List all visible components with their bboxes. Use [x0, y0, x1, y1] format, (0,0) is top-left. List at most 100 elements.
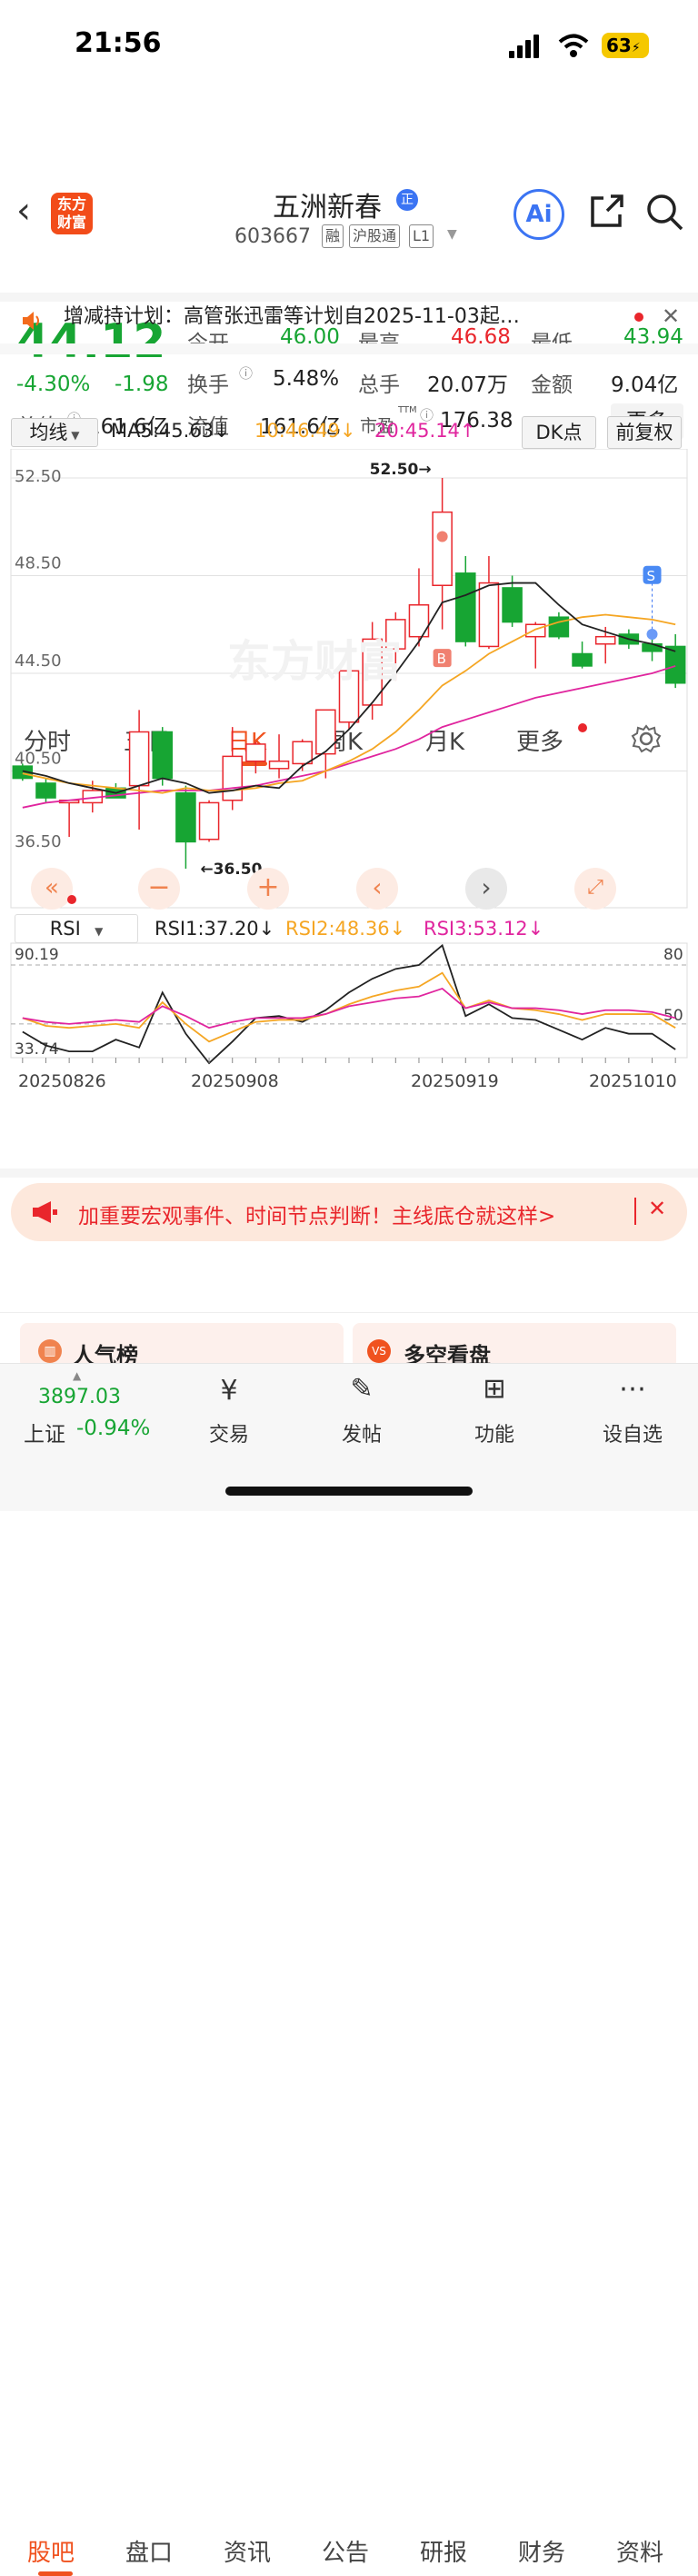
candle-body: [594, 635, 616, 645]
popularity-card[interactable]: [20, 1323, 344, 1368]
x-axis-label: 20251010: [589, 1071, 677, 1091]
divider: [0, 1312, 698, 1313]
candle-body: [245, 743, 266, 762]
tab-news[interactable]: 资讯: [224, 2534, 271, 2568]
zoom-out-icon[interactable]: −: [138, 868, 180, 910]
tab-guba[interactable]: 股吧: [27, 2534, 75, 2568]
index-name[interactable]: 上证: [24, 1417, 65, 1447]
more-circle-icon[interactable]: ⋯: [605, 1373, 660, 1405]
prev-icon[interactable]: ‹: [356, 868, 398, 910]
caret-up-icon: ▲: [73, 1369, 82, 1382]
candle-body: [268, 761, 290, 770]
tab-finance[interactable]: 财务: [518, 2534, 565, 2568]
y-tick-label: 44.50: [15, 651, 62, 671]
rsi1-value: RSI1:37.20↓: [155, 918, 275, 940]
candle-body: [198, 801, 220, 840]
stock-header: ‹ 东方 财富 五洲新春 正 603667 融 沪股通 L1 ▼ Ai: [0, 91, 698, 248]
ma20-value: 20:45.14↑: [374, 420, 476, 442]
status-time: 21:56: [75, 27, 162, 59]
x-axis-label: 20250908: [191, 1071, 279, 1091]
tab-profile[interactable]: 资料: [616, 2534, 663, 2568]
index-value[interactable]: 3897.03: [38, 1386, 121, 1408]
speaker-icon: [20, 309, 44, 333]
candle-body: [432, 511, 453, 586]
tab-research[interactable]: 研报: [420, 2534, 467, 2568]
candle-body: [478, 582, 500, 648]
candle-body: [175, 791, 196, 843]
divider: [634, 1198, 636, 1225]
indicator-select[interactable]: 均线 ▼: [11, 418, 98, 447]
nav-functions[interactable]: 功能: [458, 1418, 531, 1447]
buy-marker-label: B: [437, 651, 446, 667]
candle-body: [35, 782, 56, 799]
y-tick-label: 36.50: [15, 832, 62, 851]
close-icon[interactable]: ✕: [662, 303, 680, 329]
ma10-value: 10:46.49↓: [254, 420, 356, 442]
y-tick-label: 40.50: [15, 750, 62, 769]
candle-body: [315, 709, 336, 755]
edit-icon[interactable]: ✎: [334, 1373, 389, 1405]
bull-bear-card[interactable]: [353, 1323, 676, 1368]
candle-body: [128, 731, 150, 787]
kline-chart[interactable]: 52.5048.5044.5040.5036.5052.50→←36.50BS东…: [0, 449, 698, 1167]
rewind-icon[interactable]: «: [31, 868, 73, 910]
sub-indicator-label: RSI: [49, 918, 81, 940]
nav-add-watchlist[interactable]: 设自选: [596, 1418, 669, 1447]
home-indicator: [225, 1487, 473, 1496]
nav-post[interactable]: 发帖: [325, 1418, 398, 1447]
status-bar: 21:56 63⚡: [0, 0, 698, 91]
tab-announcements[interactable]: 公告: [322, 2534, 369, 2568]
nav-trade[interactable]: 交易: [193, 1418, 265, 1447]
candle-body: [152, 731, 174, 780]
content-tabs: 股吧 盘口 资讯 公告 研报 财务 资料: [0, 1265, 698, 2576]
ma5-value: MA5:45.63↓: [111, 420, 230, 442]
sub-indicator-select[interactable]: RSI ▼: [15, 914, 138, 943]
candle-body: [664, 645, 686, 684]
notice-text[interactable]: 增减持计划：高管张迅雷等计划自2025-11-03起…: [64, 300, 609, 329]
kline-tabs: 分时 五日 日K 周K 月K 更多: [0, 356, 698, 766]
candle-body: [524, 623, 546, 638]
unread-dot: [634, 313, 643, 322]
rsi-ref-label: 80: [663, 946, 683, 964]
cellular-signal-icon: [509, 35, 542, 58]
active-tab-indicator: [38, 2571, 73, 2576]
quote-panel: 44.12 -4.30% -1.98 总值 ⓘ 161.6亿 今开 46.00 …: [0, 162, 698, 440]
vs-icon: VS: [367, 1339, 391, 1363]
rsi-min-label: 33.74: [15, 1040, 59, 1059]
rsi2-value: RSI2:48.36↓: [285, 918, 406, 940]
wifi-icon: [558, 33, 589, 65]
battery-level: 63: [606, 35, 632, 56]
fullscreen-icon[interactable]: ⤢: [574, 868, 616, 910]
divider: [0, 343, 698, 354]
dk-point-button[interactable]: DK点: [522, 416, 596, 449]
next-icon[interactable]: ›: [465, 868, 507, 910]
x-axis-label: 20250826: [18, 1071, 106, 1091]
sell-point-dot: [646, 629, 658, 640]
y-tick-label: 48.50: [15, 554, 62, 573]
indicator-select-label: 均线: [29, 422, 68, 443]
candle-body: [572, 652, 593, 667]
candle-body: [292, 741, 313, 765]
rsi-max-label: 90.19: [15, 946, 59, 964]
close-icon[interactable]: ✕: [648, 1196, 666, 1221]
grid-icon[interactable]: ⊞: [467, 1373, 522, 1405]
divider: [0, 1169, 698, 1178]
sell-marker-label: S: [647, 568, 656, 584]
x-axis-label: 20250919: [411, 1071, 499, 1091]
zoom-in-icon[interactable]: +: [247, 868, 289, 910]
candle-body: [222, 755, 243, 801]
trade-yen-icon[interactable]: ¥: [202, 1375, 256, 1407]
high-annotation: 52.50→: [370, 461, 432, 479]
megaphone-icon: [31, 1199, 58, 1225]
adjust-button[interactable]: 前复权: [607, 416, 682, 449]
tab-pankou[interactable]: 盘口: [125, 2534, 173, 2568]
candle-body: [455, 572, 476, 642]
rsi-line-rsi2: [22, 971, 676, 1043]
rsi3-value: RSI3:53.12↓: [424, 918, 544, 940]
watermark-logo: 东方财富: [227, 636, 402, 687]
buy-point-dot: [436, 531, 448, 542]
index-pct[interactable]: -0.94%: [76, 1417, 150, 1440]
unread-dot: [67, 895, 76, 904]
banner-text[interactable]: 加重要宏观事件、时间节点判断！主线底仓就这样>: [78, 1198, 555, 1229]
chart-bar-icon: ▥: [38, 1339, 62, 1363]
